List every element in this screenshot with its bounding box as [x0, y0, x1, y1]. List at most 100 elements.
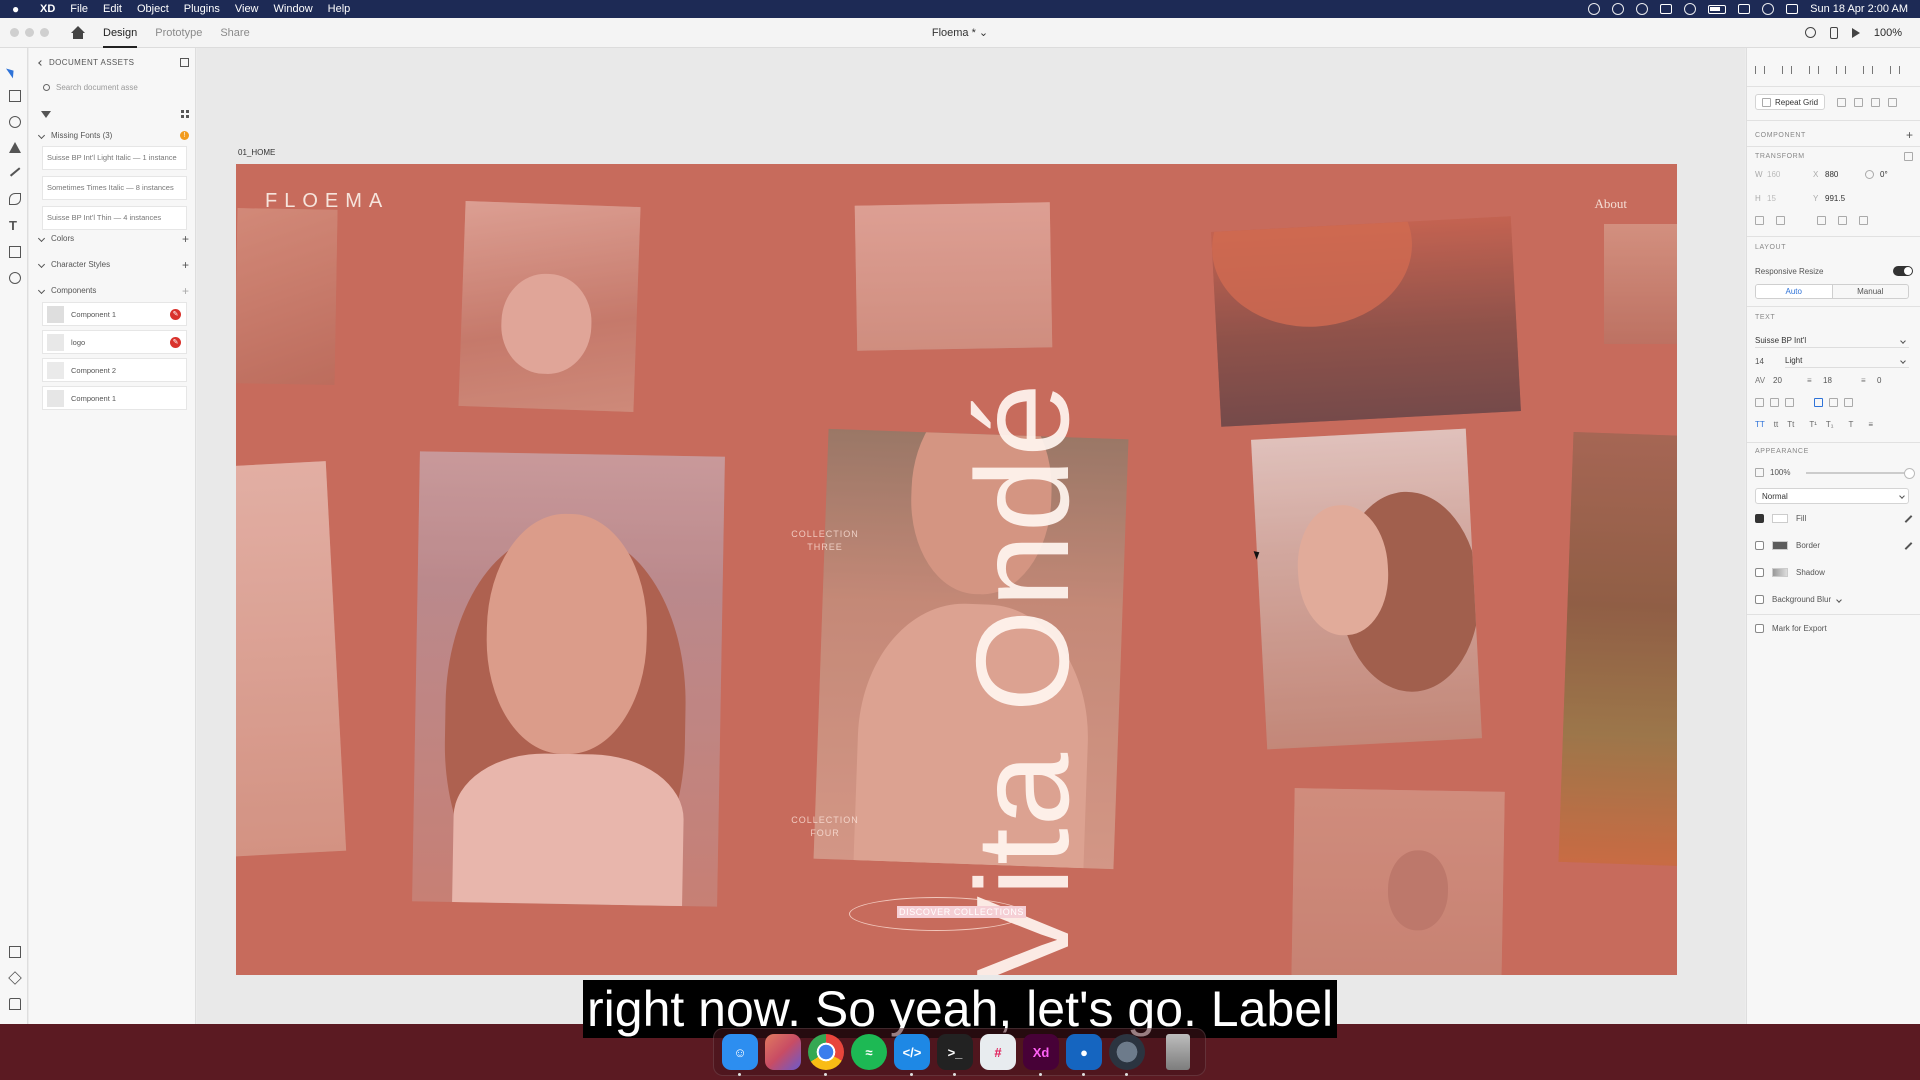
terminal-icon[interactable]: >_	[937, 1034, 973, 1076]
missing-font-item[interactable]: Sometimes Times Italic — 8 instances	[42, 176, 187, 200]
align-center-icon[interactable]	[1863, 66, 1873, 74]
component-item[interactable]: logo ✎	[42, 330, 187, 354]
fill-checkbox[interactable]	[1755, 514, 1764, 523]
align-text-right-icon[interactable]	[1785, 398, 1794, 407]
photo-tile[interactable]	[1558, 432, 1677, 866]
blend-mode-dropdown[interactable]: Normal	[1755, 488, 1909, 504]
flip-vertical-icon[interactable]	[1776, 216, 1785, 225]
artboard-label[interactable]: 01_HOME	[238, 148, 275, 157]
collection-three-label[interactable]: COLLECTION THREE	[775, 528, 875, 554]
y-field[interactable]: 991.5	[1825, 194, 1845, 203]
menu-file[interactable]: File	[70, 3, 88, 15]
floema-logo[interactable]: FLOEMA	[265, 190, 389, 213]
hero-title[interactable]: Vita Ondé	[949, 381, 1096, 975]
height-field[interactable]: 15	[1767, 194, 1813, 203]
select-tool-icon[interactable]	[6, 65, 17, 79]
shadow-swatch[interactable]	[1772, 568, 1788, 577]
pen-tool-icon[interactable]	[9, 193, 21, 205]
opacity-slider[interactable]	[1806, 467, 1915, 479]
flip-horizontal-icon[interactable]	[1755, 216, 1764, 225]
font-size-field[interactable]: 14	[1755, 357, 1785, 366]
menu-edit[interactable]: Edit	[103, 3, 122, 15]
add-component-icon[interactable]: +	[1906, 128, 1913, 142]
line-spacing-field[interactable]: 18	[1819, 376, 1861, 385]
character-styles-header[interactable]: Character Styles +	[37, 259, 189, 271]
eyedropper-icon[interactable]	[1904, 541, 1913, 550]
about-link[interactable]: About	[1595, 196, 1628, 212]
distribute-horizontal-icon[interactable]	[1817, 216, 1826, 225]
photo-tile[interactable]	[236, 461, 347, 857]
trash-icon[interactable]	[1166, 1034, 1190, 1070]
user-icon[interactable]	[1804, 27, 1816, 38]
text-tool-icon[interactable]: T	[9, 219, 21, 232]
align-left-icon[interactable]	[1836, 66, 1846, 74]
photo-woman-eyes-closed[interactable]	[412, 451, 725, 907]
apple-menu-icon[interactable]: ●	[12, 2, 26, 16]
ellipse-tool-icon[interactable]	[9, 116, 21, 128]
photo-tile[interactable]	[854, 202, 1053, 351]
close-window-button[interactable]	[10, 28, 19, 37]
xd-icon[interactable]: Xd	[1023, 1034, 1059, 1076]
distribute-vertical-icon[interactable]	[1838, 216, 1847, 225]
minimize-window-button[interactable]	[25, 28, 34, 37]
quicktime-icon[interactable]	[1109, 1034, 1145, 1076]
edit-component-icon[interactable]: ✎	[170, 336, 181, 348]
subscript-icon[interactable]: T₁	[1826, 420, 1834, 429]
rotation-field[interactable]: 0°	[1880, 170, 1888, 179]
opacity-field[interactable]: 100%	[1770, 468, 1790, 477]
shadow-checkbox[interactable]	[1755, 568, 1764, 577]
zoom-tool-icon[interactable]	[9, 272, 21, 284]
font-family-dropdown[interactable]: Suisse BP Int'l	[1755, 334, 1909, 348]
align-middle-icon[interactable]	[1782, 66, 1792, 74]
fixed-size-icon[interactable]	[1844, 398, 1853, 407]
search-input[interactable]: Search document asse	[39, 79, 189, 95]
mobile-preview-icon[interactable]	[1829, 26, 1838, 39]
component-item[interactable]: Component 1	[42, 386, 187, 410]
plugins-icon[interactable]	[9, 998, 21, 1010]
menu-plugins[interactable]: Plugins	[184, 3, 220, 15]
sync-icon[interactable]	[1636, 3, 1649, 15]
eyedropper-icon[interactable]	[1904, 514, 1913, 523]
missing-font-item[interactable]: Suisse BP Int'l Thin — 4 instances	[42, 206, 187, 230]
align-text-left-icon[interactable]	[1755, 398, 1764, 407]
character-spacing-field[interactable]: 20	[1769, 376, 1807, 385]
add-character-style-icon[interactable]: +	[182, 259, 189, 271]
auto-height-icon[interactable]	[1829, 398, 1838, 407]
mark-for-export-checkbox[interactable]	[1755, 624, 1764, 633]
slack-icon[interactable]: #	[980, 1034, 1016, 1070]
colors-header[interactable]: Colors +	[37, 233, 189, 245]
fill-swatch[interactable]	[1772, 514, 1788, 523]
layout-manual-button[interactable]: Manual	[1833, 285, 1909, 298]
menu-view[interactable]: View	[235, 3, 259, 15]
chevron-down-icon[interactable]	[1836, 596, 1842, 603]
layers-icon[interactable]	[8, 971, 22, 985]
3d-transform-icon[interactable]	[1904, 152, 1913, 161]
discover-collections-label[interactable]: DISCOVER COLLECTIONS	[897, 906, 1027, 918]
component-item[interactable]: Component 2	[42, 358, 187, 382]
back-chevron-icon[interactable]	[38, 59, 44, 66]
document-title[interactable]: Floema * ⌄	[932, 26, 988, 39]
padding-icon[interactable]	[1859, 216, 1868, 225]
creative-cloud-icon[interactable]	[1612, 3, 1625, 15]
cloud-icon[interactable]	[1660, 4, 1673, 14]
repeat-grid-button[interactable]: Repeat Grid	[1755, 94, 1826, 110]
zoom-window-button[interactable]	[40, 28, 49, 37]
titlecase-icon[interactable]: Tt	[1787, 420, 1794, 429]
line-tool-icon[interactable]	[9, 167, 21, 177]
menu-window[interactable]: Window	[274, 3, 313, 15]
artboard-01-home[interactable]: FLOEMA About Vita Ondé COLLECTION THREE …	[236, 164, 1677, 975]
photo-tile[interactable]	[458, 201, 641, 412]
border-checkbox[interactable]	[1755, 541, 1764, 550]
missing-fonts-header[interactable]: Missing Fonts (3) !	[37, 131, 189, 140]
align-top-icon[interactable]	[1755, 66, 1765, 74]
photo-tile[interactable]	[236, 208, 338, 385]
layout-auto-button[interactable]: Auto	[1756, 285, 1833, 298]
underline-icon[interactable]: T	[1849, 420, 1854, 429]
battery-icon[interactable]	[1708, 4, 1727, 14]
desktop-preview-icon[interactable]	[1851, 27, 1860, 38]
tab-prototype[interactable]: Prototype	[155, 18, 202, 48]
design-canvas[interactable]: 01_HOME FLOEMA About Vita Ondé COLLECTIO…	[197, 48, 1745, 1024]
tab-design[interactable]: Design	[103, 18, 138, 48]
finder-icon[interactable]: ☺	[722, 1034, 758, 1076]
boolean-intersect-icon[interactable]	[1871, 97, 1881, 107]
